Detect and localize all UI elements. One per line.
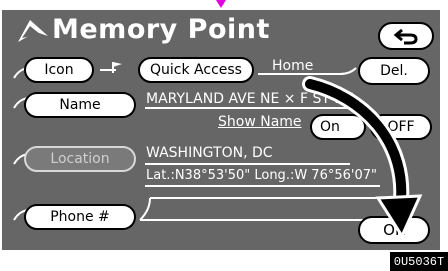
screen: Memory Point Icon Quick Access Home Del.…	[0, 0, 448, 271]
instruction-arrow	[302, 76, 423, 240]
reference-code: 0U5036T	[390, 252, 448, 271]
